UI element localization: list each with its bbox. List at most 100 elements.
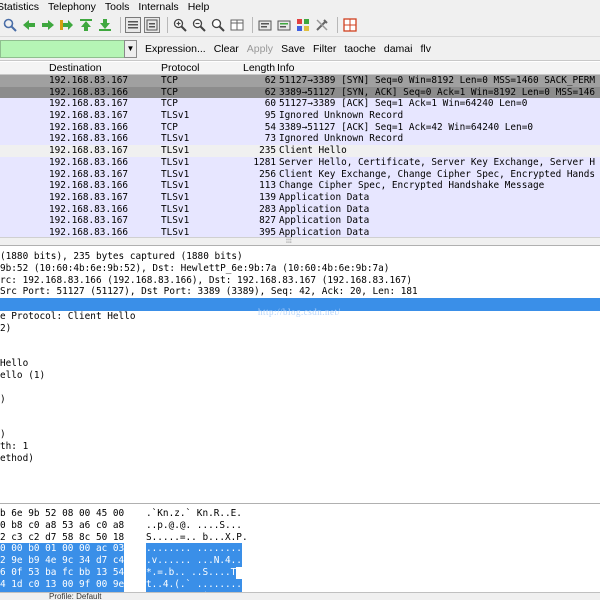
resize-columns-icon[interactable] xyxy=(229,17,245,33)
toolbar-separator xyxy=(120,16,121,33)
detail-row[interactable]: Hello xyxy=(0,358,600,370)
bytes-hex[interactable]: b 6e 9b 52 08 00 45 00 xyxy=(0,508,124,520)
packet-info: 51127→3389 [ACK] Seq=1 Ack=1 Win=64240 L… xyxy=(279,98,528,110)
detail-row[interactable]: ello (1) xyxy=(0,370,600,382)
packet-row[interactable]: 192.168.83.166 TLSv1 283 Application Data xyxy=(0,203,600,216)
bytes-hex[interactable]: 0 00 b0 01 00 00 ac 03 xyxy=(0,543,125,556)
clear-button[interactable]: Clear xyxy=(214,43,239,55)
menu-internals[interactable]: Internals xyxy=(138,1,178,13)
bytes-hex[interactable]: 2 c3 c2 d7 58 8c 50 18 xyxy=(0,532,124,544)
saved-filter-flv-button[interactable]: flv xyxy=(420,43,431,55)
detail-row[interactable]: ) xyxy=(0,394,600,406)
detail-row[interactable]: 9b:52 (10:60:4b:6e:9b:52), Dst: HewlettP… xyxy=(0,263,600,275)
expression-button[interactable]: Expression... xyxy=(145,43,206,55)
column-header-destination[interactable]: Destination xyxy=(49,62,102,75)
detail-row[interactable]: ethod) xyxy=(0,453,600,465)
saved-filter-taoche-button[interactable]: taoche xyxy=(344,43,376,55)
detail-row[interactable] xyxy=(0,335,600,347)
menu-statistics[interactable]: Statistics xyxy=(0,1,39,13)
packet-length: 139 xyxy=(259,191,276,203)
menu-tools[interactable]: Tools xyxy=(105,1,130,13)
first-packet-icon[interactable] xyxy=(78,17,94,33)
packet-row[interactable]: 192.168.83.167 TLSv1 827 Application Data xyxy=(0,215,600,227)
packet-destination: 192.168.83.166 xyxy=(49,86,129,98)
display-filter-input[interactable] xyxy=(0,39,124,58)
go-to-packet-icon[interactable] xyxy=(59,17,75,33)
packet-info: Ignored Unknown Record xyxy=(279,110,404,122)
apply-button[interactable]: Apply xyxy=(247,43,273,55)
coloring-rules-icon[interactable] xyxy=(295,17,311,33)
detail-row[interactable] xyxy=(0,488,600,500)
bytes-hex[interactable]: 6 0f 53 ba fc bb 13 54 xyxy=(0,566,125,579)
detail-row[interactable] xyxy=(0,417,600,429)
detail-row[interactable] xyxy=(0,382,600,394)
help-icon[interactable] xyxy=(342,17,358,33)
column-header-protocol[interactable]: Protocol xyxy=(161,62,200,75)
packet-row[interactable]: 192.168.83.166 TLSv1 113 Change Cipher Spec… xyxy=(0,180,600,192)
bytes-hex[interactable]: 4 1d c0 13 00 9f 00 9e xyxy=(0,578,125,591)
packet-row[interactable]: 192.168.83.166 TCP 54 3389→51127 [ACK] Seq=… xyxy=(0,121,600,134)
detail-row[interactable]: rc: 192.168.83.166 (192.168.83.166), Dst… xyxy=(0,275,600,287)
normal-size-icon[interactable] xyxy=(210,17,226,33)
back-arrow-icon[interactable] xyxy=(21,17,37,33)
profile-indicator[interactable]: Profile: Default xyxy=(49,593,101,600)
colorize-icon[interactable] xyxy=(125,16,141,33)
display-filters-icon[interactable] xyxy=(276,17,292,33)
search-icon[interactable] xyxy=(2,17,18,33)
saved-filter-damai-button[interactable]: damai xyxy=(384,43,413,55)
bytes-ascii[interactable]: .`Kn.z.` Kn.R..E. xyxy=(146,508,242,520)
packet-row[interactable]: 192.168.83.166 TCP 62 3389→51127 [SYN, ACK]… xyxy=(0,86,600,99)
zoom-in-icon[interactable] xyxy=(172,17,188,33)
bytes-hex[interactable]: 2 9e b9 4e 9c 34 d7 c4 xyxy=(0,555,125,567)
packet-length: 62 xyxy=(264,75,276,86)
column-header-length[interactable]: Length xyxy=(243,62,275,75)
filter-button[interactable]: Filter xyxy=(313,43,336,55)
packet-protocol: TLSv1 xyxy=(161,145,190,157)
bytes-ascii[interactable]: ........ ........ xyxy=(146,543,242,556)
packet-row[interactable]: 192.168.83.166 TLSv1 1281 Server Hello, Cer… xyxy=(0,156,600,169)
packet-info: 3389→51127 [ACK] Seq=1 Ack=42 Win=64240 … xyxy=(279,121,533,133)
zoom-out-icon[interactable] xyxy=(191,17,207,33)
detail-row[interactable]: Src Port: 51127 (51127), Dst Port: 3389 … xyxy=(0,286,600,298)
capture-filters-icon[interactable] xyxy=(257,17,273,33)
packet-list-scrollbar[interactable]: ⁞⁞⁞ xyxy=(0,237,600,245)
detail-row[interactable] xyxy=(0,347,600,359)
bytes-hex[interactable]: 0 b8 c0 a8 53 a6 c0 a8 xyxy=(0,520,124,532)
packet-row[interactable]: 192.168.83.167 TLSv1 95 Ignored Unknown Rec… xyxy=(0,110,600,122)
detail-row[interactable]: (1880 bits), 235 bytes captured (1880 bi… xyxy=(0,251,600,263)
packet-destination: 192.168.83.167 xyxy=(49,98,129,110)
column-header-info[interactable]: Info xyxy=(277,62,295,75)
packet-row[interactable]: 192.168.83.167 TLSv1 235 Client Hello xyxy=(0,145,600,157)
detail-row[interactable] xyxy=(0,465,600,477)
autoscroll-icon[interactable] xyxy=(144,16,160,33)
filter-history-dropdown[interactable]: ▼ xyxy=(124,39,137,58)
bytes-ascii[interactable]: .v...... ...N.4.. xyxy=(146,555,242,567)
grip-icon[interactable]: ⁞⁞⁞ xyxy=(286,238,292,245)
detail-row[interactable] xyxy=(0,406,600,418)
menu-telephony[interactable]: Telephony xyxy=(48,1,96,13)
bytes-ascii[interactable]: ..p.@.@. ....S... xyxy=(146,520,242,532)
detail-row[interactable]: ) xyxy=(0,429,600,441)
preferences-icon[interactable] xyxy=(314,17,330,33)
packet-details-tree: (1880 bits), 235 bytes captured (1880 bi… xyxy=(0,251,600,500)
menu-help[interactable]: Help xyxy=(188,1,210,13)
bytes-ascii[interactable]: S.....=.. b...X.P. xyxy=(146,532,248,544)
detail-row[interactable] xyxy=(0,476,600,488)
packet-length: 256 xyxy=(259,168,276,180)
packet-row[interactable]: 192.168.83.167 TCP 60 51127→3389 [ACK] Seq=… xyxy=(0,98,600,111)
bytes-row: 0 00 b0 01 00 00 ac 03 ........ ........ xyxy=(0,543,600,556)
packet-info: Client Key Exchange, Change Cipher Spec,… xyxy=(279,168,596,180)
save-button[interactable]: Save xyxy=(281,43,305,55)
detail-row[interactable]: 2) xyxy=(0,323,600,335)
packet-row[interactable]: 192.168.83.166 TLSv1 73 Ignored Unknown Rec… xyxy=(0,133,600,146)
last-packet-icon[interactable] xyxy=(97,17,113,33)
packet-protocol: TLSv1 xyxy=(161,156,190,168)
packet-row[interactable]: 192.168.83.167 TLSv1 139 Application Data xyxy=(0,191,600,204)
forward-arrow-icon[interactable] xyxy=(40,17,56,33)
detail-row[interactable]: th: 1 xyxy=(0,441,600,453)
packet-row[interactable]: 192.168.83.167 TLSv1 256 Client Key Exchang… xyxy=(0,168,600,181)
packet-length: 95 xyxy=(264,110,276,122)
bytes-ascii[interactable]: t..4.(.` ........ xyxy=(146,578,242,591)
bytes-ascii[interactable]: *.=.b.. ..S....T xyxy=(146,566,237,579)
packet-row[interactable]: 192.168.83.167 TCP 62 51127→3389 [SYN] Seq=… xyxy=(0,75,600,87)
